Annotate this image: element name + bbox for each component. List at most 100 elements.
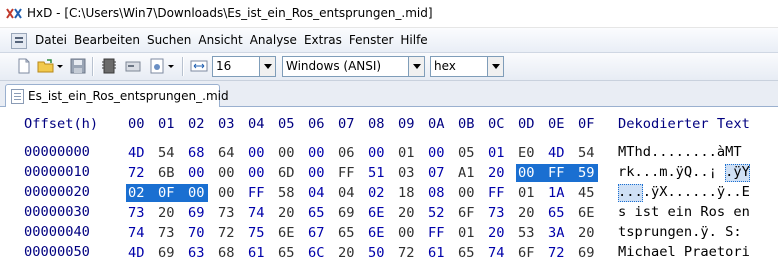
hex-byte[interactable]: 01 bbox=[458, 224, 476, 242]
hex-byte[interactable]: 04 bbox=[338, 184, 356, 202]
hex-byte[interactable]: 69 bbox=[188, 204, 206, 222]
menu-ansicht[interactable]: Ansicht bbox=[198, 33, 242, 47]
open-dropdown-icon[interactable] bbox=[55, 57, 65, 75]
hex-byte[interactable]: FF bbox=[488, 184, 506, 202]
chevron-down-icon[interactable] bbox=[487, 57, 503, 76]
hex-byte[interactable]: 65 bbox=[308, 204, 326, 222]
ram-chip-icon[interactable] bbox=[100, 57, 118, 75]
hex-byte[interactable]: 6F bbox=[518, 244, 536, 262]
hex-byte[interactable]: 00 bbox=[218, 184, 236, 202]
hex-byte[interactable]: 06 bbox=[338, 144, 356, 162]
hex-byte[interactable]: 00 bbox=[458, 184, 476, 202]
hex-byte[interactable]: 73 bbox=[218, 204, 236, 222]
hex-byte[interactable]: A1 bbox=[458, 164, 476, 182]
hex-byte[interactable]: 20 bbox=[338, 244, 356, 262]
hex-byte[interactable]: 65 bbox=[338, 224, 356, 242]
hex-byte[interactable]: 4D bbox=[128, 144, 146, 162]
hex-byte[interactable]: FF bbox=[548, 164, 566, 182]
hex-byte[interactable]: 03 bbox=[398, 164, 416, 182]
hex-byte[interactable]: 58 bbox=[278, 184, 296, 202]
hex-byte[interactable]: 64 bbox=[218, 144, 236, 162]
hex-byte[interactable]: FF bbox=[338, 164, 356, 182]
decoded-text[interactable]: rk...m.ÿQ..¡ .ÿY bbox=[618, 164, 750, 180]
hex-byte[interactable]: 01 bbox=[398, 144, 416, 162]
hex-byte[interactable]: 20 bbox=[278, 204, 296, 222]
hex-byte[interactable]: 4D bbox=[548, 144, 566, 162]
menu-fenster[interactable]: Fenster bbox=[349, 33, 394, 47]
decoded-text[interactable]: s ist ein Ros en bbox=[618, 204, 750, 220]
hex-byte[interactable]: 72 bbox=[548, 244, 566, 262]
hex-byte[interactable]: 00 bbox=[398, 224, 416, 242]
hex-byte[interactable]: 05 bbox=[458, 144, 476, 162]
open-folder-icon[interactable] bbox=[37, 57, 55, 75]
menu-datei[interactable]: Datei bbox=[35, 33, 67, 47]
hex-byte[interactable]: 67 bbox=[308, 224, 326, 242]
hex-byte[interactable]: 00 bbox=[188, 184, 206, 202]
save-disk-icon[interactable] bbox=[69, 57, 87, 75]
hex-editor[interactable]: Offset(h) 00 01 02 03 04 05 06 07 08 09 … bbox=[0, 107, 778, 261]
new-file-icon[interactable] bbox=[15, 57, 33, 75]
hex-byte[interactable]: 65 bbox=[458, 244, 476, 262]
chevron-down-icon[interactable] bbox=[259, 57, 275, 76]
hex-byte[interactable]: 59 bbox=[578, 164, 596, 182]
hex-byte[interactable]: 00 bbox=[308, 144, 326, 162]
hex-byte[interactable]: 69 bbox=[158, 244, 176, 262]
hex-byte[interactable]: 70 bbox=[188, 224, 206, 242]
properties-dropdown-icon[interactable] bbox=[166, 57, 176, 75]
menu-extras[interactable]: Extras bbox=[304, 33, 342, 47]
hex-byte[interactable]: 6E bbox=[368, 224, 386, 242]
hex-byte[interactable]: 20 bbox=[578, 224, 596, 242]
hex-byte[interactable]: 61 bbox=[248, 244, 266, 262]
hex-byte[interactable]: 51 bbox=[368, 164, 386, 182]
hex-byte[interactable]: 00 bbox=[248, 164, 266, 182]
hex-byte[interactable]: 50 bbox=[368, 244, 386, 262]
hex-byte[interactable]: 4D bbox=[128, 244, 146, 262]
hex-byte[interactable]: 00 bbox=[278, 144, 296, 162]
hex-byte[interactable]: 00 bbox=[248, 144, 266, 162]
offset-base-select[interactable]: hex bbox=[430, 56, 504, 77]
hex-byte[interactable]: 00 bbox=[428, 144, 446, 162]
hex-byte[interactable]: 20 bbox=[488, 164, 506, 182]
hex-byte[interactable]: 6F bbox=[458, 204, 476, 222]
decoded-text[interactable]: Michael Praetori bbox=[618, 244, 750, 260]
hex-byte[interactable]: 02 bbox=[368, 184, 386, 202]
hex-byte[interactable]: 52 bbox=[428, 204, 446, 222]
hex-byte[interactable]: 18 bbox=[398, 184, 416, 202]
hex-byte[interactable]: 00 bbox=[218, 164, 236, 182]
hex-byte[interactable]: E0 bbox=[518, 144, 536, 162]
menu-hilfe[interactable]: Hilfe bbox=[400, 33, 427, 47]
hex-byte[interactable]: 72 bbox=[398, 244, 416, 262]
hex-byte[interactable]: FF bbox=[428, 224, 446, 242]
hex-byte[interactable]: 63 bbox=[188, 244, 206, 262]
hex-byte[interactable]: 6B bbox=[158, 164, 176, 182]
hex-byte[interactable]: 00 bbox=[188, 164, 206, 182]
hex-byte[interactable]: 08 bbox=[428, 184, 446, 202]
hex-byte[interactable]: 20 bbox=[518, 204, 536, 222]
hex-byte[interactable]: 6E bbox=[278, 224, 296, 242]
chevron-down-icon[interactable] bbox=[408, 57, 424, 76]
hex-byte[interactable]: 73 bbox=[158, 224, 176, 242]
hex-byte[interactable]: 72 bbox=[128, 164, 146, 182]
hex-byte[interactable]: 6C bbox=[308, 244, 326, 262]
menu-bearbeiten[interactable]: Bearbeiten bbox=[74, 33, 140, 47]
hex-byte[interactable]: 65 bbox=[548, 204, 566, 222]
hex-byte[interactable]: 00 bbox=[308, 164, 326, 182]
hex-byte[interactable]: 04 bbox=[308, 184, 326, 202]
menu-analyse[interactable]: Analyse bbox=[250, 33, 297, 47]
decoded-text[interactable]: MThd........àMT bbox=[618, 144, 742, 160]
hex-byte[interactable]: 72 bbox=[218, 224, 236, 242]
hex-byte[interactable]: 6D bbox=[278, 164, 296, 182]
hex-byte[interactable]: 1A bbox=[548, 184, 566, 202]
hex-byte[interactable]: 68 bbox=[218, 244, 236, 262]
hex-byte[interactable]: 00 bbox=[518, 164, 536, 182]
disk-drive-icon[interactable] bbox=[124, 57, 142, 75]
hex-byte[interactable]: 00 bbox=[368, 144, 386, 162]
hex-byte[interactable]: 3A bbox=[548, 224, 566, 242]
hex-byte[interactable]: 61 bbox=[428, 244, 446, 262]
menu-suchen[interactable]: Suchen bbox=[147, 33, 191, 47]
hex-byte[interactable]: 45 bbox=[578, 184, 596, 202]
hex-byte[interactable]: 74 bbox=[488, 244, 506, 262]
hex-byte[interactable]: 74 bbox=[248, 204, 266, 222]
hex-byte[interactable]: 07 bbox=[428, 164, 446, 182]
hex-byte[interactable]: 20 bbox=[158, 204, 176, 222]
